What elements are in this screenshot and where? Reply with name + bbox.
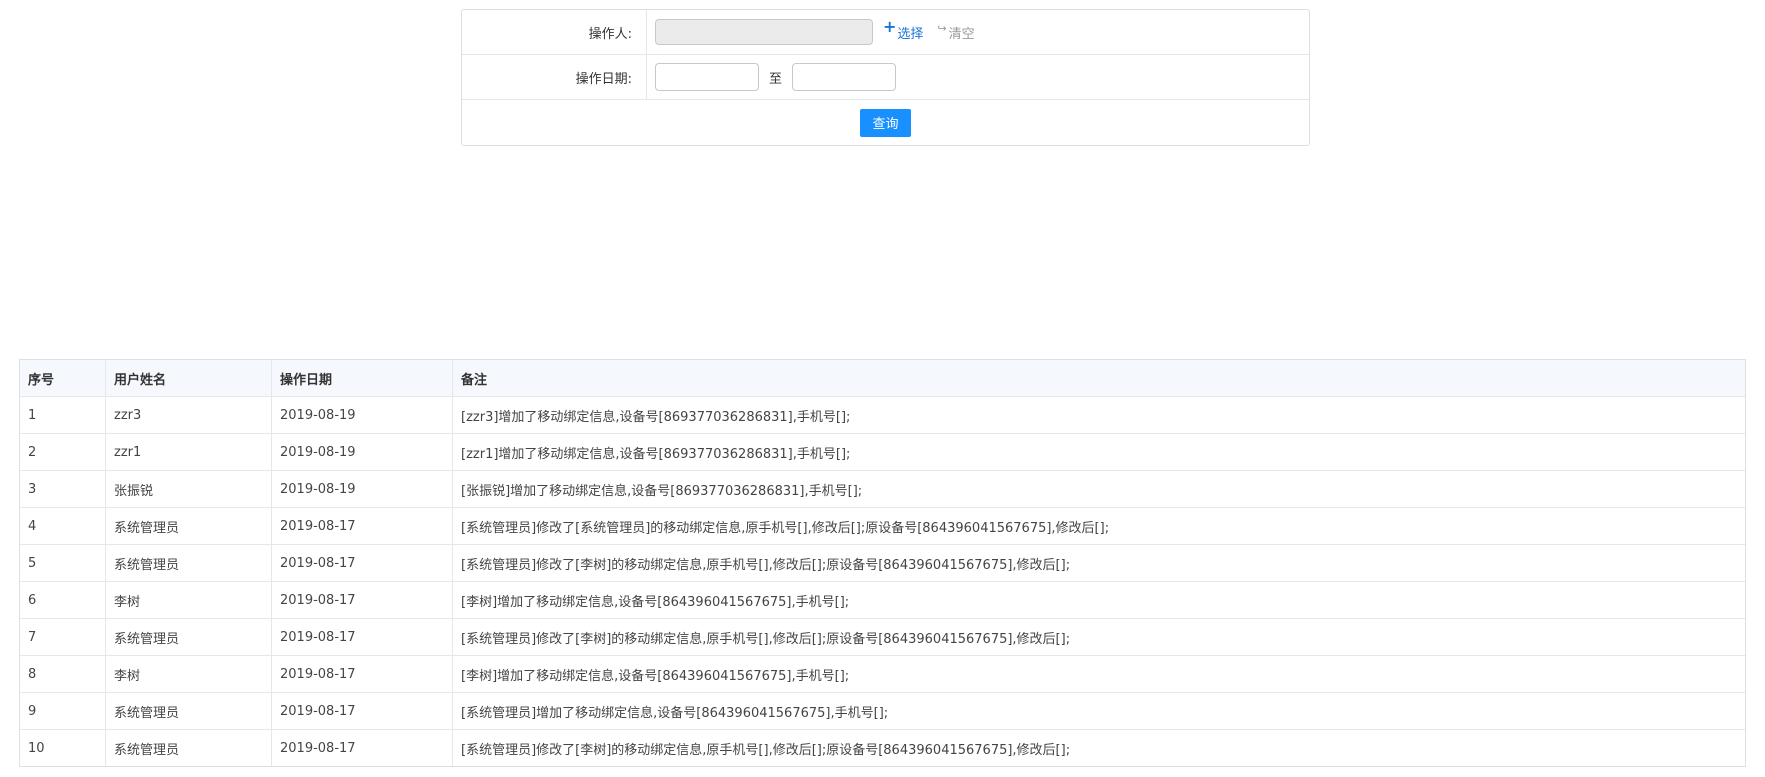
date-content: 至 xyxy=(647,55,1309,99)
plus-icon: + xyxy=(883,17,897,36)
clear-icon: ↪ xyxy=(937,21,947,35)
cell-date: 2019-08-19 xyxy=(271,396,453,434)
clear-link[interactable]: ↪ 清空 xyxy=(937,21,975,42)
search-panel: 操作人: + 选择 ↪ 清空 操作日期: 至 查询 xyxy=(461,9,1310,146)
cell-index: 7 xyxy=(20,618,106,656)
select-label: 选择 xyxy=(897,26,924,42)
cell-remark: [zzr3]增加了移动绑定信息,设备号[869377036286831],手机号… xyxy=(452,396,1745,434)
cell-remark: [张振锐]增加了移动绑定信息,设备号[869377036286831],手机号[… xyxy=(452,470,1745,508)
date-to-input[interactable] xyxy=(792,63,897,91)
cell-date: 2019-08-17 xyxy=(271,507,453,545)
header-username[interactable]: 用户姓名 xyxy=(105,360,272,397)
cell-username: 张振锐 xyxy=(105,470,272,508)
cell-username: 系统管理员 xyxy=(105,692,272,730)
operator-row: 操作人: + 选择 ↪ 清空 xyxy=(462,10,1309,55)
cell-username: zzr1 xyxy=(105,433,272,471)
data-table: 序号 用户姓名 操作日期 备注 1 zzr3 2019-08-19 [zzr3]… xyxy=(20,360,1745,766)
cell-date: 2019-08-17 xyxy=(271,544,453,582)
cell-index: 5 xyxy=(20,544,106,582)
cell-index: 6 xyxy=(20,581,106,619)
header-index[interactable]: 序号 xyxy=(20,360,106,397)
results-table: 序号 用户姓名 操作日期 备注 1 zzr3 2019-08-19 [zzr3]… xyxy=(19,359,1746,767)
table-row[interactable]: 7 系统管理员 2019-08-17 [系统管理员]修改了[李树]的移动绑定信息… xyxy=(20,618,1745,656)
date-from-input[interactable] xyxy=(655,63,759,91)
cell-username: 系统管理员 xyxy=(105,544,272,582)
operator-input[interactable] xyxy=(655,19,873,45)
cell-remark: [系统管理员]修改了[李树]的移动绑定信息,原手机号[],修改后[];原设备号[… xyxy=(461,742,1071,758)
cell-index: 9 xyxy=(20,692,106,730)
cell-index: 8 xyxy=(20,655,106,693)
cell-date: 2019-08-17 xyxy=(271,729,453,766)
action-content: 查询 xyxy=(462,100,1309,145)
cell-username: 李树 xyxy=(105,581,272,619)
cell-remark: [李树]增加了移动绑定信息,设备号[864396041567675],手机号[]… xyxy=(452,581,1745,619)
cell-username: 系统管理员 xyxy=(105,507,272,545)
cell-remark: [系统管理员]修改了[李树]的移动绑定信息,原手机号[],修改后[];原设备号[… xyxy=(452,544,1745,582)
cell-remark: [系统管理员]增加了移动绑定信息,设备号[864396041567675],手机… xyxy=(452,692,1745,730)
operator-label: 操作人: xyxy=(462,10,647,54)
table-row[interactable]: 3 张振锐 2019-08-19 [张振锐]增加了移动绑定信息,设备号[8693… xyxy=(20,470,1745,508)
cell-date: 2019-08-19 xyxy=(271,433,453,471)
cell-username: zzr3 xyxy=(105,396,272,434)
clear-label: 清空 xyxy=(948,26,975,42)
cell-date: 2019-08-17 xyxy=(271,655,453,693)
date-label: 操作日期: xyxy=(462,55,647,99)
cell-date: 2019-08-17 xyxy=(271,692,453,730)
cell-remark: [李树]增加了移动绑定信息,设备号[864396041567675],手机号[]… xyxy=(452,655,1745,693)
cell-username: 李树 xyxy=(105,655,272,693)
table-row[interactable]: 4 系统管理员 2019-08-17 [系统管理员]修改了[系统管理员]的移动绑… xyxy=(20,507,1745,545)
cell-date: 2019-08-17 xyxy=(271,581,453,619)
table-row[interactable]: 5 系统管理员 2019-08-17 [系统管理员]修改了[李树]的移动绑定信息… xyxy=(20,544,1745,582)
date-row: 操作日期: 至 xyxy=(462,55,1309,100)
header-date[interactable]: 操作日期 xyxy=(271,360,453,397)
cell-index: 1 xyxy=(20,396,106,434)
cell-remark: [系统管理员]修改了[系统管理员]的移动绑定信息,原手机号[],修改后[];原设… xyxy=(452,507,1745,545)
header-remark[interactable]: 备注 xyxy=(452,360,1745,397)
cell-index: 10 xyxy=(20,729,106,766)
table-row[interactable]: 9 系统管理员 2019-08-17 [系统管理员]增加了移动绑定信息,设备号[… xyxy=(20,692,1745,730)
cell-index: 3 xyxy=(20,470,106,508)
cell-index: 4 xyxy=(20,507,106,545)
table-row[interactable]: 6 李树 2019-08-17 [李树]增加了移动绑定信息,设备号[864396… xyxy=(20,581,1745,619)
cell-remark: [系统管理员]修改了[李树]的移动绑定信息,原手机号[],修改后[];原设备号[… xyxy=(452,618,1745,656)
cell-date: 2019-08-17 xyxy=(271,618,453,656)
cell-remark: [zzr1]增加了移动绑定信息,设备号[869377036286831],手机号… xyxy=(452,433,1745,471)
table-row[interactable]: 1 zzr3 2019-08-19 [zzr3]增加了移动绑定信息,设备号[86… xyxy=(20,396,1745,434)
query-button[interactable]: 查询 xyxy=(860,108,911,137)
select-link[interactable]: + 选择 xyxy=(883,19,924,42)
cell-index: 2 xyxy=(20,433,106,471)
table-header-row: 序号 用户姓名 操作日期 备注 xyxy=(20,360,1745,397)
table-row[interactable]: 10 系统管理员 2019-08-17 [系统管理员]修改了[李树]的移动绑定信… xyxy=(20,729,1745,766)
action-row: 查询 xyxy=(462,100,1309,145)
cell-username: 系统管理员 xyxy=(105,618,272,656)
table-row[interactable]: 8 李树 2019-08-17 [李树]增加了移动绑定信息,设备号[864396… xyxy=(20,655,1745,693)
date-to-separator: 至 xyxy=(769,71,783,87)
cell-date: 2019-08-19 xyxy=(271,470,453,508)
operator-content: + 选择 ↪ 清空 xyxy=(647,10,1309,54)
cell-username: 系统管理员 xyxy=(105,729,272,766)
table-row[interactable]: 2 zzr1 2019-08-19 [zzr1]增加了移动绑定信息,设备号[86… xyxy=(20,433,1745,471)
